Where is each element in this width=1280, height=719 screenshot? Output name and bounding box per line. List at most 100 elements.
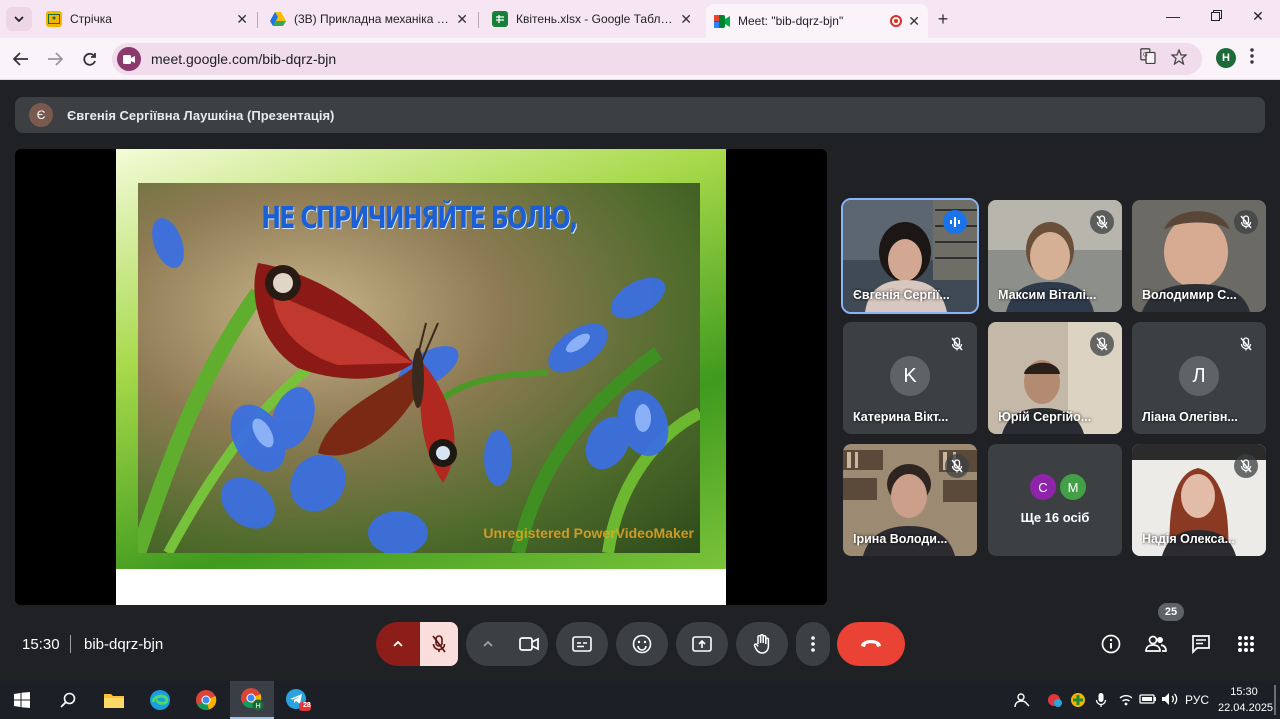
meeting-details-button[interactable] (1095, 628, 1127, 660)
present-screen-icon (692, 636, 712, 652)
taskbar-clock[interactable]: 15:30 22.04.2025 (1218, 684, 1274, 716)
people-tray-icon[interactable] (1014, 692, 1030, 711)
sheets-icon (492, 11, 508, 27)
leave-call-button[interactable] (837, 622, 905, 666)
slide-title: НЕ СПРИЧИНЯЙТЕ БОЛЮ, (261, 201, 578, 236)
people-button[interactable] (1140, 628, 1172, 660)
taskbar-date: 22.04.2025 (1218, 702, 1274, 714)
close-icon[interactable]: ✕ (908, 13, 920, 30)
arrow-left-icon (13, 52, 28, 66)
more-options-button[interactable] (796, 622, 830, 666)
hang-up-icon (861, 640, 881, 647)
chrome-icon (196, 690, 217, 710)
participant-tile[interactable]: K Катерина Вікт... (843, 322, 977, 434)
activities-button[interactable] (1230, 628, 1262, 660)
tab-meet[interactable]: Meet: "bib-dqrz-bjn" ✕ (706, 4, 928, 38)
camera-toggle-button[interactable] (510, 622, 548, 666)
hand-icon (753, 634, 770, 654)
back-button[interactable] (10, 48, 32, 70)
tab-search-button[interactable] (6, 7, 32, 31)
battery-icon[interactable] (1139, 692, 1157, 709)
mic-control-group (376, 622, 458, 666)
mic-toggle-button[interactable] (420, 622, 458, 666)
close-icon[interactable]: ✕ (456, 11, 468, 28)
forward-button[interactable] (44, 48, 66, 70)
presentation-slide: НЕ СПРИЧИНЯЙТЕ БОЛЮ, Unregistered PowerV… (116, 149, 726, 605)
microphone-tray-icon[interactable] (1095, 692, 1107, 711)
apps-grid-icon (1238, 636, 1254, 652)
participant-tile[interactable]: Ірина Володи... (843, 444, 977, 556)
language-indicator[interactable]: РУС (1185, 693, 1209, 707)
participant-tile[interactable]: Максим Віталі... (988, 200, 1122, 312)
butterfly-photo: НЕ СПРИЧИНЯЙТЕ БОЛЮ, Unregistered PowerV… (138, 183, 700, 553)
telegram-button[interactable]: 28 (276, 681, 320, 719)
chrome-profile-button[interactable]: H (230, 681, 274, 719)
chat-button[interactable] (1185, 628, 1217, 660)
chrome-icon: H (241, 688, 264, 711)
more-vert-icon (811, 636, 815, 652)
people-count-badge: 25 (1158, 603, 1184, 621)
meet-icon (714, 13, 730, 29)
app-tray-icon[interactable] (1046, 692, 1064, 711)
arrow-right-icon (48, 52, 63, 66)
meeting-time: 15:30 (22, 636, 60, 653)
maximize-button[interactable] (1206, 8, 1226, 24)
more-participants-avatars: С M (1030, 474, 1090, 500)
tab-stream[interactable]: Стрічка ✕ (38, 4, 256, 34)
participant-tile[interactable]: Володимир С... (1132, 200, 1266, 312)
participant-avatar: K (890, 356, 930, 396)
address-field[interactable]: meet.google.com/bib-dqrz-bjn (112, 43, 1202, 75)
presenter-label: Євгенія Сергіївна Лаушкіна (Презентація) (67, 107, 335, 123)
profile-avatar[interactable]: H (1216, 48, 1236, 68)
reactions-button[interactable] (616, 622, 668, 666)
video-options-button[interactable] (466, 622, 510, 666)
audio-options-button[interactable] (376, 622, 420, 666)
raise-hand-button[interactable] (736, 622, 788, 666)
captions-button[interactable] (556, 622, 608, 666)
info-icon (1101, 634, 1121, 654)
mic-off-icon (1234, 210, 1258, 234)
participant-tile[interactable]: Л Ліана Олегівн... (1132, 322, 1266, 434)
divider (70, 635, 71, 653)
translate-icon[interactable]: G (1140, 48, 1156, 68)
show-desktop-button[interactable] (1274, 685, 1276, 715)
classroom-icon (46, 11, 62, 27)
participant-tile[interactable]: Євгенія Сергії... (841, 198, 979, 314)
participant-tile[interactable]: Надія Олекса... (1132, 444, 1266, 556)
browser-menu-icon[interactable] (1250, 48, 1254, 69)
tab-title: Meet: "bib-dqrz-bjn" (738, 14, 844, 28)
search-button[interactable] (46, 681, 90, 719)
mic-off-icon (1090, 210, 1114, 234)
telegram-badge: 28 (303, 702, 311, 709)
participant-tile[interactable]: Юрій Сергійо... (988, 322, 1122, 434)
audio-level-icon (943, 210, 967, 234)
participant-avatar: M (1060, 474, 1086, 500)
site-info-icon[interactable] (117, 47, 141, 71)
presenter-bar: Є Євгенія Сергіївна Лаушкіна (Презентаці… (15, 97, 1265, 133)
minimize-button[interactable]: — (1163, 8, 1183, 24)
tab-separator (478, 12, 479, 28)
edge-button[interactable] (138, 681, 182, 719)
app-tray-icon[interactable] (1070, 692, 1086, 711)
reload-button[interactable] (78, 48, 100, 70)
tab-sheets[interactable]: Квітень.xlsx - Google Таблиці ✕ (484, 4, 700, 34)
start-button[interactable] (0, 681, 44, 719)
close-icon[interactable]: ✕ (680, 11, 692, 28)
new-tab-button[interactable]: + (932, 8, 954, 30)
meeting-code: bib-dqrz-bjn (84, 636, 164, 653)
more-participants-tile[interactable]: С M Ще 16 осіб (988, 444, 1122, 556)
close-window-button[interactable]: ✕ (1248, 8, 1268, 25)
chrome-button[interactable] (184, 681, 228, 719)
tab-drive[interactable]: (3В) Прикладна механіка - ФМ ✕ (262, 4, 476, 34)
present-button[interactable] (676, 622, 728, 666)
tab-title: Квітень.xlsx - Google Таблиці (516, 12, 675, 26)
participant-name: Ліана Олегівн... (1142, 410, 1238, 424)
file-explorer-button[interactable] (92, 681, 136, 719)
bookmark-star-icon[interactable] (1170, 48, 1188, 69)
volume-icon[interactable] (1161, 692, 1179, 709)
windows-logo-icon (14, 692, 30, 708)
tab-strip: Стрічка ✕ (3В) Прикладна механіка - ФМ ✕… (0, 0, 1280, 38)
close-icon[interactable]: ✕ (236, 11, 248, 28)
presentation-stage[interactable]: НЕ СПРИЧИНЯЙТЕ БОЛЮ, Unregistered PowerV… (15, 149, 827, 605)
wifi-icon[interactable] (1118, 692, 1134, 709)
